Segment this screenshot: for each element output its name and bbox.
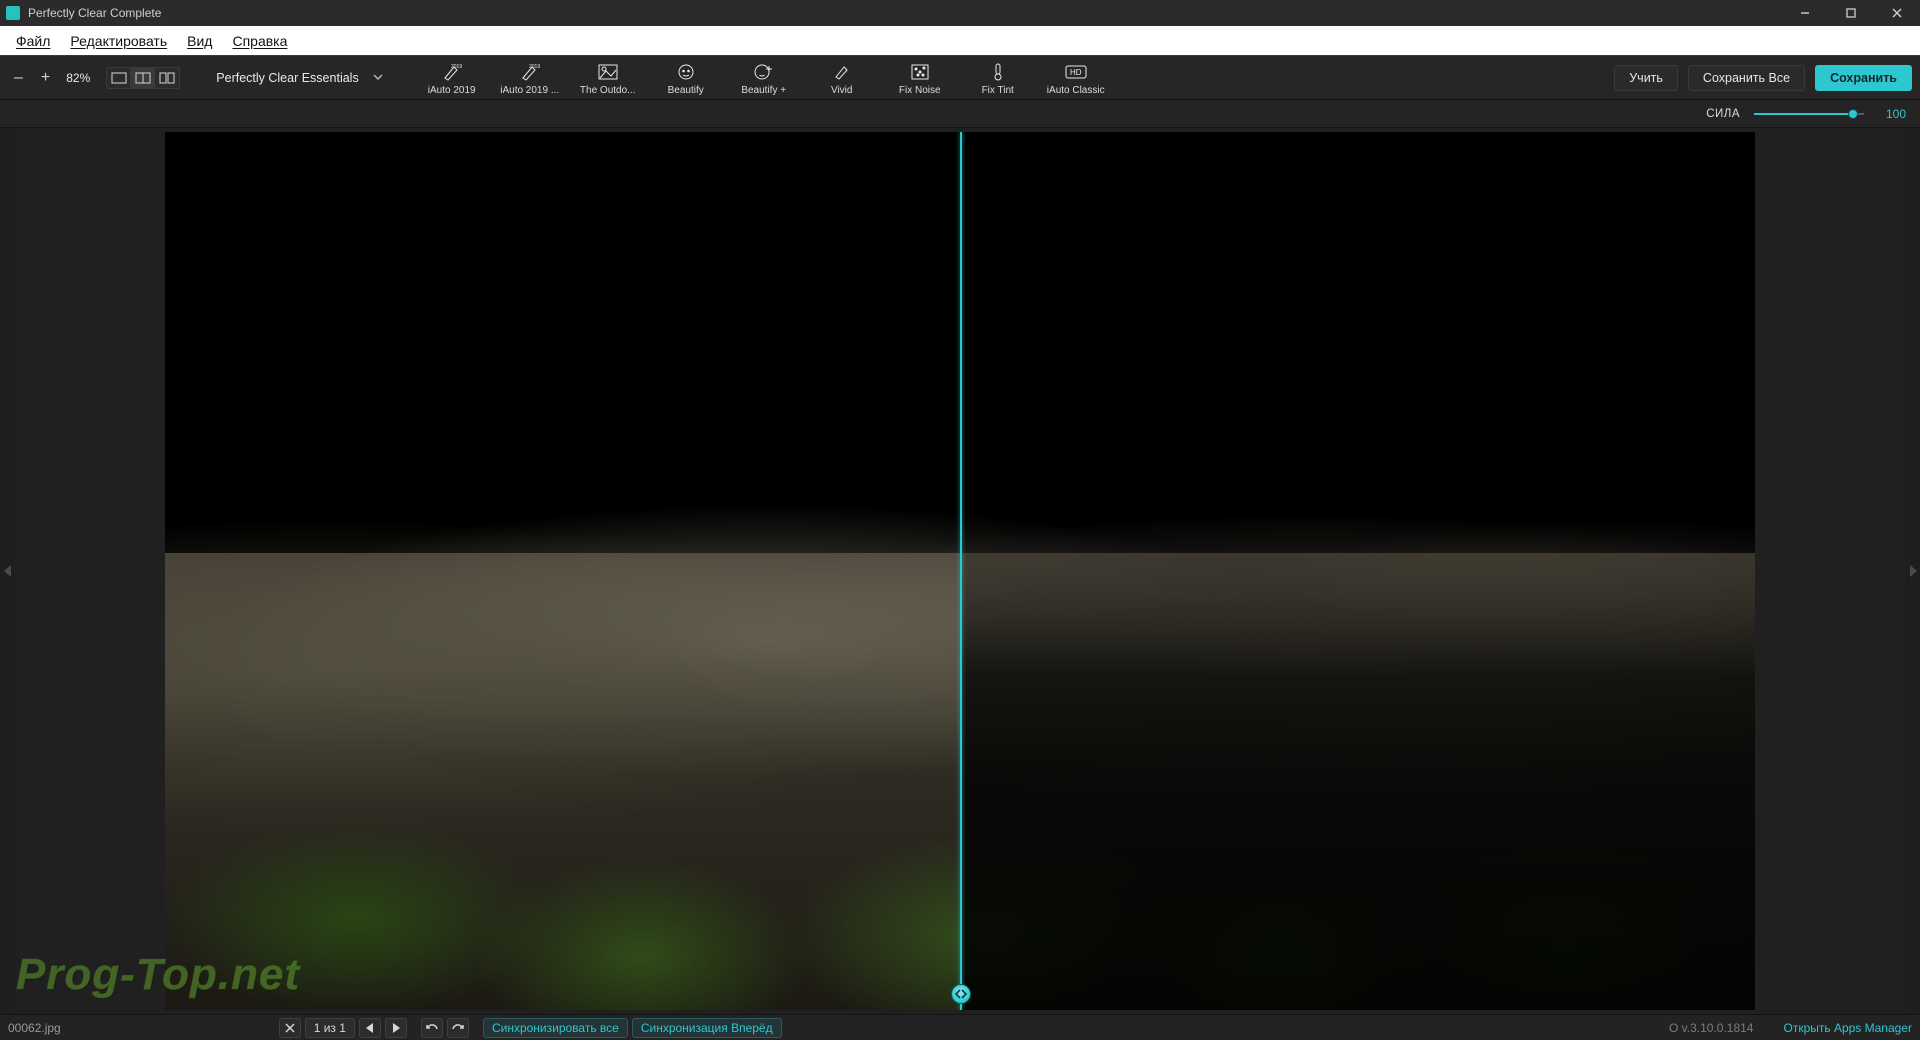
view-side-by-side-icon[interactable]: [155, 68, 179, 88]
preset-fix-noise[interactable]: Fix Noise: [881, 60, 959, 96]
sync-forward-button[interactable]: Синхронизация Вперёд: [632, 1018, 782, 1038]
strength-label: СИЛА: [1706, 108, 1740, 120]
chevron-down-icon: [373, 71, 383, 85]
app-icon: [6, 6, 20, 20]
preset-outdoors[interactable]: The Outdo...: [569, 60, 647, 96]
zoom-out-button[interactable]: –: [8, 67, 29, 89]
thermometer-icon: [991, 62, 1005, 82]
view-split-icon[interactable]: [131, 68, 155, 88]
open-apps-manager-link[interactable]: Открыть Apps Manager: [1783, 1021, 1912, 1035]
expand-right-panel[interactable]: [1906, 128, 1920, 1014]
svg-text:2019: 2019: [451, 64, 462, 70]
learn-button[interactable]: Учить: [1614, 65, 1678, 91]
save-all-button[interactable]: Сохранить Все: [1688, 65, 1805, 91]
preset-vivid[interactable]: Vivid: [803, 60, 881, 96]
svg-text:HD: HD: [1070, 68, 1082, 77]
view-single-icon[interactable]: [107, 68, 131, 88]
window-title: Perfectly Clear Complete: [28, 6, 1782, 20]
image-canvas[interactable]: [165, 132, 1755, 1010]
noise-icon: [911, 62, 929, 82]
preset-strip: 2019 iAuto 2019 2019 iAuto 2019 ... The …: [413, 60, 1115, 96]
compare-divider[interactable]: [960, 132, 962, 1010]
maximize-button[interactable]: [1828, 0, 1874, 26]
minimize-button[interactable]: [1782, 0, 1828, 26]
face-icon: [677, 62, 695, 82]
redo-button[interactable]: [447, 1018, 469, 1038]
canvas-wrap: Prog-Top.net: [14, 128, 1906, 1014]
expand-left-panel[interactable]: [0, 128, 14, 1014]
brush-icon: 2019: [442, 62, 462, 82]
compare-handle-icon[interactable]: [951, 984, 971, 1004]
zoom-in-button[interactable]: +: [35, 67, 56, 89]
preset-beautify-plus[interactable]: Beautify +: [725, 60, 803, 96]
svg-text:2019: 2019: [529, 64, 540, 70]
workspace: Prog-Top.net: [0, 128, 1920, 1014]
strength-value: 100: [1878, 107, 1906, 121]
prev-image-button[interactable]: [359, 1018, 381, 1038]
menu-help[interactable]: Справка: [222, 26, 297, 56]
face-plus-icon: [754, 62, 774, 82]
status-bar: 00062.jpg 1 из 1 Синхронизировать все Си…: [0, 1014, 1920, 1040]
toolbar: – + 82% Perfectly Clear Essentials 2019 …: [0, 56, 1920, 100]
remove-button[interactable]: [279, 1018, 301, 1038]
save-button[interactable]: Сохранить: [1815, 65, 1912, 91]
zoom-value[interactable]: 82%: [62, 71, 94, 85]
preset-beautify[interactable]: Beautify: [647, 60, 725, 96]
menu-view[interactable]: Вид: [177, 26, 222, 56]
preset-iauto-classic[interactable]: HD iAuto Classic: [1037, 60, 1115, 96]
preview-before-shade: [960, 132, 1755, 1010]
preset-dropdown[interactable]: Perfectly Clear Essentials: [216, 71, 382, 85]
menu-edit[interactable]: Редактировать: [60, 26, 177, 56]
sync-all-button[interactable]: Синхронизировать все: [483, 1018, 628, 1038]
next-image-button[interactable]: [385, 1018, 407, 1038]
preset-fix-tint[interactable]: Fix Tint: [959, 60, 1037, 96]
preset-iauto-2019-alt[interactable]: 2019 iAuto 2019 ...: [491, 60, 569, 96]
watermark: Prog-Top.net: [16, 950, 300, 1000]
hd-icon: HD: [1065, 62, 1087, 82]
preset-dropdown-label: Perfectly Clear Essentials: [216, 71, 358, 85]
brush-icon: 2019: [520, 62, 540, 82]
menu-bar: Файл Редактировать Вид Справка: [0, 26, 1920, 56]
strength-bar: СИЛА 100: [0, 100, 1920, 128]
menu-file[interactable]: Файл: [6, 26, 60, 56]
preset-iauto-2019[interactable]: 2019 iAuto 2019: [413, 60, 491, 96]
page-indicator: 1 из 1: [305, 1018, 355, 1038]
close-button[interactable]: [1874, 0, 1920, 26]
view-mode-switch: [106, 67, 180, 89]
brush-icon: [833, 62, 851, 82]
version-label: O v.3.10.0.1814: [1669, 1021, 1754, 1035]
strength-slider[interactable]: [1754, 107, 1864, 121]
landscape-icon: [598, 62, 618, 82]
title-bar: Perfectly Clear Complete: [0, 0, 1920, 26]
status-filename: 00062.jpg: [8, 1021, 61, 1035]
undo-button[interactable]: [421, 1018, 443, 1038]
